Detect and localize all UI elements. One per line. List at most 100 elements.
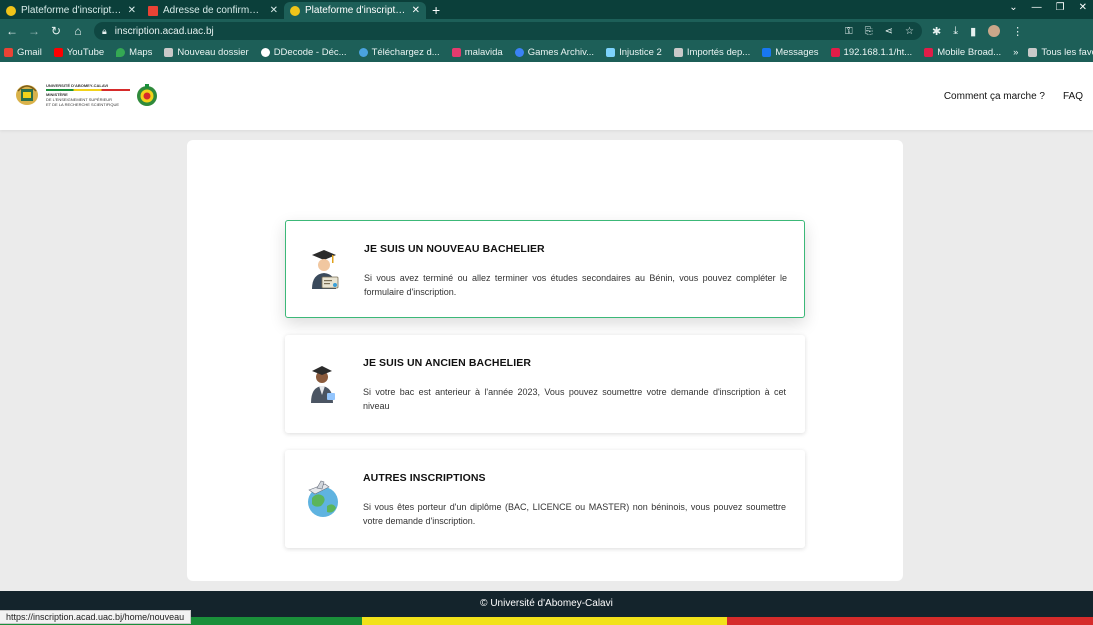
browser-tab-3[interactable]: Plateforme d'inscription ✕ bbox=[284, 2, 426, 19]
gmail-favicon-icon bbox=[148, 5, 158, 16]
graduate-person-icon bbox=[311, 366, 335, 403]
bookmark-router[interactable]: 192.168.1.1/ht... bbox=[830, 47, 913, 58]
all-bookmarks[interactable]: Tous les favoris bbox=[1028, 47, 1093, 58]
main-nav: Comment ça marche ? FAQ bbox=[944, 91, 1083, 102]
benin-emblem-icon bbox=[16, 85, 38, 105]
reload-icon[interactable]: ↻ bbox=[50, 24, 62, 38]
flag-stripe bbox=[46, 89, 130, 91]
games-icon bbox=[514, 48, 524, 57]
bookmark-youtube[interactable]: YouTube bbox=[53, 47, 104, 58]
bookmark-star-icon[interactable]: ☆ bbox=[905, 26, 914, 37]
bookmark-malavida[interactable]: malavida bbox=[451, 47, 503, 58]
browser-tab-2[interactable]: Adresse de confirmation ✕ bbox=[142, 2, 284, 19]
browser-toolbar: ← → ↻ ⌂ 🔒︎ inscription.acad.uac.bj ⚿ ⎘ ⋖… bbox=[0, 19, 1093, 43]
option-description: Si votre bac est anterieur à l'année 202… bbox=[363, 387, 786, 411]
browser-tab-1[interactable]: Plateforme d'inscription ✕ bbox=[0, 2, 142, 19]
share-icon[interactable]: ⋖ bbox=[885, 26, 893, 37]
flag-yellow-segment bbox=[362, 617, 727, 625]
broadband-icon bbox=[924, 48, 934, 57]
bookmark-label: Importés dep... bbox=[686, 47, 751, 58]
bookmark-games[interactable]: Games Archiv... bbox=[514, 47, 595, 58]
bookmark-folder[interactable]: Nouveau dossier bbox=[164, 47, 249, 58]
bookmark-gmail[interactable]: Gmail bbox=[4, 47, 42, 58]
site-logo[interactable]: UNIVERSITÉ D'ABOMEY-CALAVI MINISTÈRE DE … bbox=[14, 83, 158, 107]
tab-search-icon[interactable]: ⌄ bbox=[1009, 2, 1017, 13]
download-site-icon bbox=[358, 48, 368, 57]
profile-avatar[interactable] bbox=[988, 25, 1001, 37]
university-seal-icon bbox=[137, 84, 157, 106]
bookmark-mobile-broadband[interactable]: Mobile Broad... bbox=[924, 47, 1001, 58]
bookmark-label: malavida bbox=[464, 47, 503, 58]
bookmark-telechargez[interactable]: Téléchargez d... bbox=[358, 47, 440, 58]
nav-faq[interactable]: FAQ bbox=[1063, 91, 1083, 102]
bookmark-label: Nouveau dossier bbox=[177, 47, 249, 58]
menu-icon[interactable]: ⋮ bbox=[1012, 25, 1023, 38]
globe-plane-icon bbox=[308, 480, 338, 517]
bookmark-label: Mobile Broad... bbox=[937, 47, 1002, 58]
back-icon[interactable]: ← bbox=[6, 24, 18, 38]
tab-favicon-icon bbox=[6, 5, 16, 16]
graduate-diploma-icon bbox=[312, 250, 339, 289]
gmail-icon bbox=[4, 48, 13, 57]
flag-red-segment bbox=[727, 617, 1093, 625]
option-title: AUTRES INSCRIPTIONS bbox=[363, 472, 486, 484]
restore-icon[interactable]: ❐ bbox=[1056, 2, 1065, 13]
browser-tab-bar: Plateforme d'inscription ✕ Adresse de co… bbox=[0, 0, 1093, 19]
router-icon bbox=[830, 48, 840, 57]
translate-icon[interactable]: ⎘ bbox=[865, 26, 873, 37]
folder-icon bbox=[673, 48, 683, 57]
bookmark-label: DDecode - Déc... bbox=[273, 47, 347, 58]
option-new-graduate[interactable]: JE SUIS UN NOUVEAU BACHELIER Si vous ave… bbox=[285, 220, 805, 318]
bookmark-label: Messages bbox=[775, 47, 819, 58]
facebook-icon bbox=[762, 48, 772, 57]
registration-options-panel: JE SUIS UN NOUVEAU BACHELIER Si vous ave… bbox=[187, 140, 903, 581]
bookmark-label: Gmail bbox=[17, 47, 42, 58]
close-tab-icon[interactable]: ✕ bbox=[128, 5, 136, 16]
minimize-icon[interactable]: — bbox=[1032, 2, 1042, 13]
option-title: JE SUIS UN ANCIEN BACHELIER bbox=[363, 357, 531, 369]
option-other-registrations[interactable]: AUTRES INSCRIPTIONS Si vous êtes porteur… bbox=[285, 450, 805, 548]
bookmark-ddecode[interactable]: DDecode - Déc... bbox=[260, 47, 347, 58]
option-former-graduate[interactable]: JE SUIS UN ANCIEN BACHELIER Si votre bac… bbox=[285, 335, 805, 433]
logo-text: UNIVERSITÉ D'ABOMEY-CALAVI MINISTÈRE DE … bbox=[46, 83, 130, 107]
tab-title: Plateforme d'inscription bbox=[21, 5, 123, 16]
home-icon[interactable]: ⌂ bbox=[72, 24, 84, 38]
copyright-text: © Université d'Abomey-Calavi bbox=[480, 598, 613, 609]
bookmark-label: Téléchargez d... bbox=[371, 47, 440, 58]
forward-icon[interactable]: → bbox=[28, 24, 40, 38]
bookmark-label: Injustice 2 bbox=[619, 47, 662, 58]
new-tab-button[interactable]: + bbox=[432, 2, 440, 18]
close-tab-icon[interactable]: ✕ bbox=[412, 5, 420, 16]
bookmark-injustice[interactable]: Injustice 2 bbox=[606, 47, 662, 58]
more-bookmarks-button[interactable]: » bbox=[1013, 47, 1018, 58]
side-panel-icon[interactable]: ▮ bbox=[970, 25, 976, 38]
tab-favicon-icon bbox=[290, 5, 300, 16]
close-window-icon[interactable]: ✕ bbox=[1079, 2, 1087, 13]
download-icon[interactable]: ⤓ bbox=[953, 25, 958, 38]
address-bar[interactable]: 🔒︎ inscription.acad.uac.bj ⚿ ⎘ ⋖ ☆ bbox=[94, 22, 922, 40]
extensions-icon[interactable]: ✱ bbox=[932, 25, 941, 38]
site-info-icon[interactable]: 🔒︎ bbox=[102, 26, 107, 37]
password-key-icon[interactable]: ⚿ bbox=[845, 26, 853, 37]
bookmark-label: Tous les favoris bbox=[1041, 47, 1093, 58]
maps-icon bbox=[116, 48, 126, 57]
url-text[interactable]: inscription.acad.uac.bj bbox=[115, 26, 214, 37]
option-title: JE SUIS UN NOUVEAU BACHELIER bbox=[364, 243, 545, 255]
nav-how-it-works[interactable]: Comment ça marche ? bbox=[944, 91, 1045, 102]
folder-icon bbox=[1028, 48, 1038, 57]
tab-title: Adresse de confirmation bbox=[163, 5, 265, 16]
option-description: Si vous avez terminé ou allez terminer v… bbox=[364, 273, 787, 297]
close-tab-icon[interactable]: ✕ bbox=[270, 5, 278, 16]
bookmark-messages[interactable]: Messages bbox=[762, 47, 819, 58]
bookmark-maps[interactable]: Maps bbox=[116, 47, 152, 58]
bookmark-imported[interactable]: Importés dep... bbox=[673, 47, 751, 58]
malavida-icon bbox=[451, 48, 461, 57]
option-description: Si vous êtes porteur d'un diplôme (BAC, … bbox=[363, 502, 786, 526]
bookmarks-bar: Gmail YouTube Maps Nouveau dossier DDeco… bbox=[0, 43, 1093, 62]
site-header: UNIVERSITÉ D'ABOMEY-CALAVI MINISTÈRE DE … bbox=[0, 62, 1093, 130]
bookmark-label: Games Archiv... bbox=[527, 47, 595, 58]
folder-icon bbox=[164, 48, 174, 57]
bookmark-label: 192.168.1.1/ht... bbox=[843, 47, 913, 58]
logo-line: UNIVERSITÉ D'ABOMEY-CALAVI bbox=[46, 83, 109, 88]
youtube-icon bbox=[53, 48, 63, 57]
